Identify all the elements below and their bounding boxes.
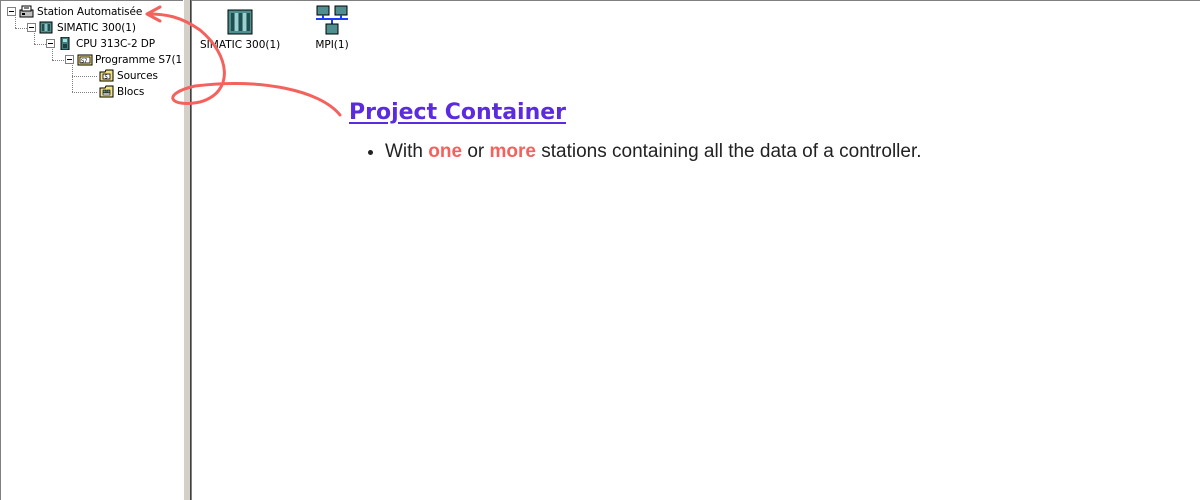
cpu-icon [58,36,72,51]
sources-folder-icon: S [99,69,114,82]
tree-item-label: Programme S7(1) [95,53,187,66]
highlight-one: one [428,141,463,162]
tree-connector [72,92,97,94]
tree-connector [34,44,46,46]
project-tree-pane[interactable]: Station Automatisée SIMATIC 300(1) CPU 3… [0,0,186,500]
content-item-simatic-300[interactable]: SIMATIC 300(1) [200,8,280,51]
tree-item-station-automatisee[interactable]: Station Automatisée [7,4,142,19]
tree-item-programme-s7[interactable]: S7 Programme S7(1) [65,52,186,67]
bullet-text: With [385,141,429,162]
simatic-station-icon [39,21,53,34]
tree-connector [15,28,27,30]
tree-item-simatic-300[interactable]: SIMATIC 300(1) [27,20,136,35]
tree-item-blocs[interactable]: Blocs [99,84,144,99]
bullet-text: stations containing all the data of a co… [535,141,922,162]
tree-item-sources[interactable]: S Sources [99,68,158,83]
tree-item-cpu-313c[interactable]: CPU 313C-2 DP [46,36,155,51]
annotation-bullet-list: With one or more stations containing all… [365,138,922,166]
mpi-network-icon [300,4,364,36]
project-icon [19,5,34,18]
svg-text:S7: S7 [81,59,87,65]
tree-connector [72,76,97,78]
collapse-icon[interactable] [7,7,16,16]
content-item-label: MPI(1) [315,39,349,51]
highlight-more: more [489,141,536,162]
pane-splitter[interactable] [183,0,192,500]
simatic-station-icon [200,8,280,36]
content-item-mpi[interactable]: MPI(1) [300,4,364,51]
tree-item-label: Sources [117,69,158,82]
tree-connector [52,60,64,62]
collapse-icon[interactable] [27,23,36,32]
tree-connector [72,65,74,92]
blocks-folder-icon [99,85,114,98]
object-content-pane[interactable] [192,0,1200,500]
svg-text:S: S [105,75,108,81]
collapse-icon[interactable] [65,55,74,64]
tree-item-label: SIMATIC 300(1) [57,21,136,34]
collapse-icon[interactable] [46,39,55,48]
annotation-heading: Project Container [349,100,567,125]
tree-item-label: Station Automatisée [37,5,143,18]
tree-item-label: Blocs [117,85,145,98]
s7-program-icon: S7 [77,53,93,66]
tree-item-label: CPU 313C-2 DP [76,37,155,50]
bullet-text: or [462,141,490,162]
content-item-label: SIMATIC 300(1) [200,39,281,51]
annotation-bullet: With one or more stations containing all… [385,138,922,166]
